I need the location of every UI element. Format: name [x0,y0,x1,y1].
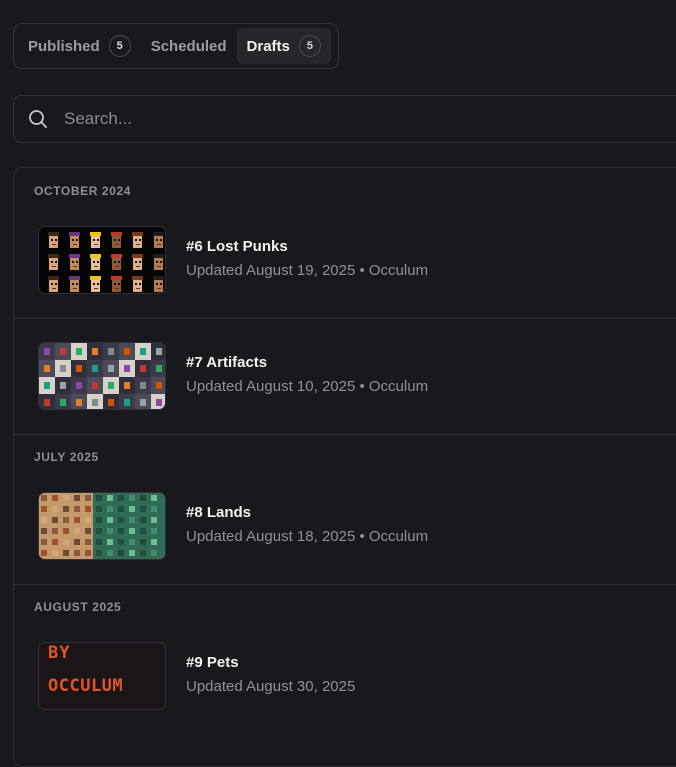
draft-meta: Updated August 18, 2025 • Occulum [186,528,429,545]
draft-meta: Updated August 19, 2025 • Occulum [186,262,429,279]
draft-thumbnail: BY OCCULUM [38,642,166,710]
draft-meta: Updated August 30, 2025 [186,678,356,695]
pets-thumbnail-text-bottom: OCCULUM [48,676,124,696]
tab-published-label: Published [28,37,100,55]
draft-title: #8 Lands [186,504,252,521]
row-divider [14,318,676,319]
tab-drafts[interactable]: Drafts 5 [236,28,331,64]
row-divider [14,434,676,435]
group-heading: JULY 2025 [34,450,99,464]
draft-meta: Updated August 10, 2025 • Occulum [186,378,429,395]
draft-thumbnail [38,226,166,294]
list-item[interactable]: #6 Lost Punks Updated August 19, 2025 • … [14,220,676,318]
lands-thumbnail-art [39,493,165,559]
row-divider [14,584,676,585]
search-icon [29,110,47,128]
search-input[interactable] [62,108,676,130]
list-item[interactable]: #8 Lands Updated August 18, 2025 • Occul… [14,486,676,584]
pets-thumbnail-text-top: BY [48,643,71,663]
tab-scheduled-label: Scheduled [150,37,227,55]
draft-title: #6 Lost Punks [186,238,288,255]
punks-thumbnail-art [48,232,164,292]
draft-title: #7 Artifacts [186,354,268,371]
search-box [13,95,676,143]
draft-thumbnail [38,492,166,560]
tab-drafts-label: Drafts [246,37,290,55]
drafts-list: OCTOBER 2024 #6 Lost Punks Updated Augus… [13,167,676,767]
drafts-count-badge: 5 [298,35,321,57]
draft-thumbnail [38,342,166,410]
tab-published[interactable]: Published 5 [18,28,141,64]
group-heading: OCTOBER 2024 [34,184,132,198]
draft-title: #9 Pets [186,654,239,671]
published-count-badge: 5 [108,35,131,57]
artifacts-thumbnail-art [39,343,165,409]
list-item[interactable]: #7 Artifacts Updated August 10, 2025 • O… [14,336,676,434]
list-item[interactable]: BY OCCULUM #9 Pets Updated August 30, 20… [14,636,676,734]
tab-scheduled[interactable]: Scheduled [141,28,237,64]
status-tabs: Published 5 Scheduled Drafts 5 [13,23,339,69]
group-heading: AUGUST 2025 [34,600,122,614]
